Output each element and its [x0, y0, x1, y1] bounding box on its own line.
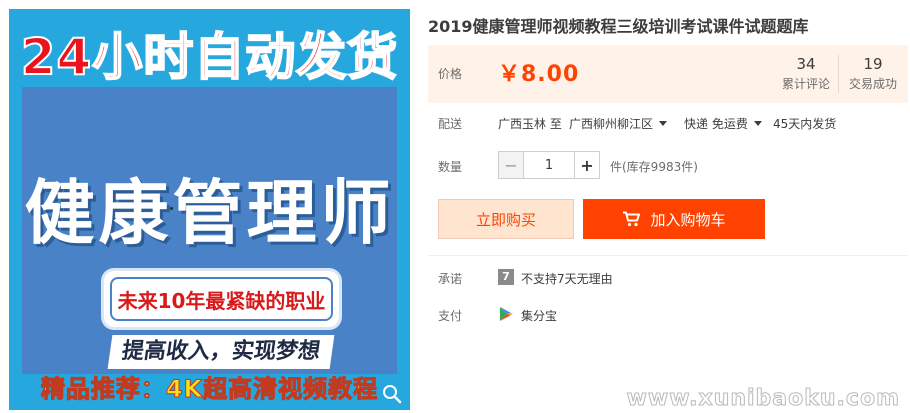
add-to-cart-label: 加入购物车 — [650, 210, 726, 229]
sales-count-label: 交易成功 — [848, 77, 897, 91]
stat-divider — [838, 55, 839, 93]
promise-text[interactable]: 不支持7天无理由 — [521, 270, 613, 287]
product-image[interactable]: 24小时自动发货 健康管理师 未来10年最紧缺的职业 提高收入，实现梦想 精品推… — [9, 9, 410, 410]
payment-method[interactable]: 集分宝 — [521, 307, 557, 324]
decrease-button[interactable]: − — [498, 151, 524, 179]
play-store-icon — [500, 307, 513, 321]
quantity-label: 数量 — [438, 160, 463, 174]
shipping-origin: 广西玉林 至 — [498, 117, 562, 131]
product-title: 2019健康管理师视频教程三级培训考试课件试题题库 — [428, 17, 809, 36]
chevron-down-icon — [753, 121, 762, 126]
sales-count: 19 — [863, 55, 883, 73]
price-label: 价格 — [438, 67, 463, 81]
review-count-label: 累计评论 — [781, 77, 830, 91]
quantity-stepper: − + — [498, 151, 600, 179]
review-count: 34 — [796, 55, 816, 73]
price-value: ￥8.00 — [498, 62, 580, 87]
buy-now-button[interactable]: 立即购买 — [438, 199, 574, 239]
image-footer: 精品推荐：4K超高清视频教程 — [40, 375, 379, 404]
price-panel: 价格 ￥8.00 34 累计评论 19 交易成功 — [428, 45, 908, 103]
stock-info: 件(库存9983件) — [610, 160, 698, 174]
review-count-stat[interactable]: 34 累计评论 — [773, 55, 839, 92]
image-panel: 健康管理师 未来10年最紧缺的职业 提高收入，实现梦想 — [22, 87, 397, 374]
quantity-input[interactable] — [524, 151, 574, 179]
magnifier-icon[interactable] — [382, 384, 402, 404]
chevron-down-icon — [659, 121, 668, 126]
promise-label: 承诺 — [438, 272, 463, 286]
image-tagline-frame: 未来10年最紧缺的职业 — [104, 271, 339, 327]
shipping-destination: 广西柳州柳江区 — [569, 117, 654, 131]
image-headline: 24小时自动发货 — [20, 27, 399, 87]
no-return-icon: 7 — [498, 269, 514, 285]
section-divider — [428, 255, 908, 256]
payment-label: 支付 — [438, 309, 463, 323]
shipping-destination-select[interactable]: 广西柳州柳江区 — [569, 115, 668, 132]
add-to-cart-button[interactable]: 加入购物车 — [583, 199, 765, 239]
cart-icon — [623, 211, 641, 227]
increase-button[interactable]: + — [574, 151, 600, 179]
shipping-method: 快递 免运费 — [684, 117, 748, 131]
image-tagline: 未来10年最紧缺的职业 — [110, 277, 333, 321]
shipping-method-select[interactable]: 快递 免运费 — [684, 115, 762, 132]
sales-count-stat[interactable]: 19 交易成功 — [840, 55, 906, 92]
shipping-label: 配送 — [438, 117, 463, 131]
image-slogan: 提高收入，实现梦想 — [107, 335, 335, 369]
buy-now-label: 立即购买 — [475, 210, 536, 229]
image-main-title: 健康管理师 — [24, 172, 395, 254]
delivery-time: 45天内发货 — [773, 117, 837, 131]
watermark: www.xunibaoku.com — [626, 386, 900, 412]
